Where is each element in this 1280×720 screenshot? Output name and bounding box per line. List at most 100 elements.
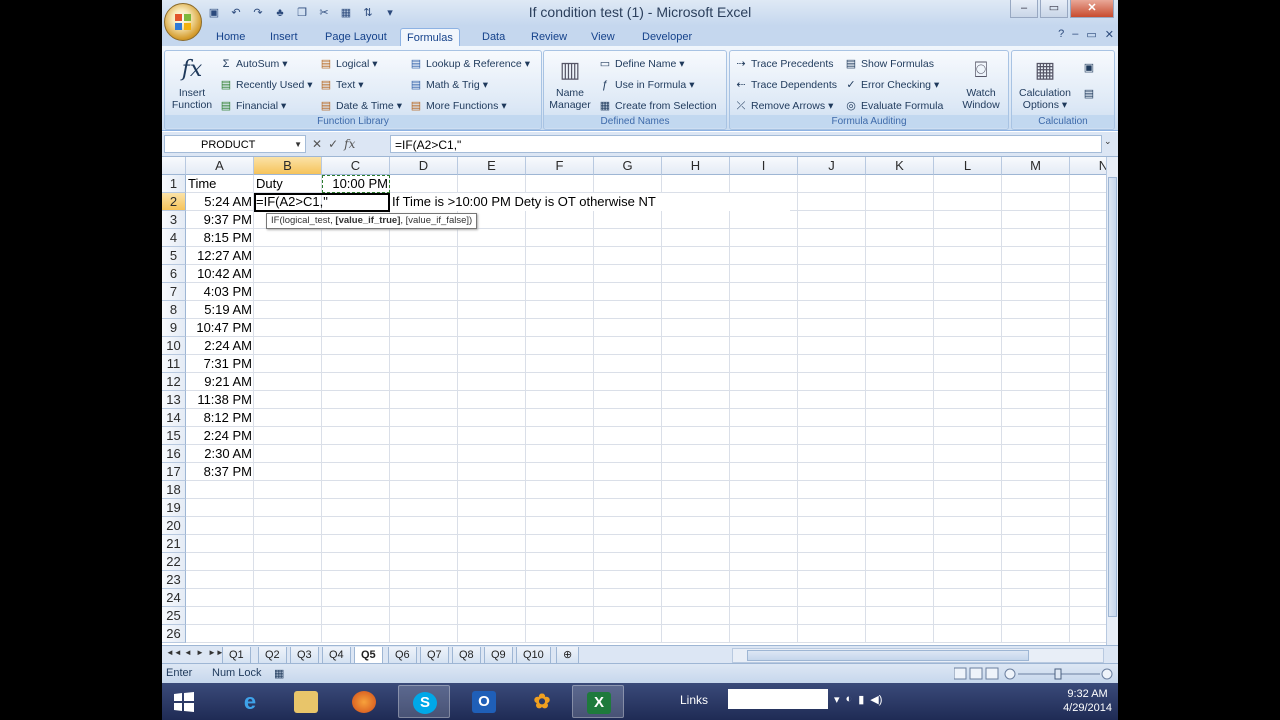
formula-input[interactable]: =IF(A2>C1," [390,135,1102,153]
row-header-8[interactable]: 8 [162,301,186,319]
row-header-18[interactable]: 18 [162,481,186,499]
trace-dependents-button[interactable]: ⇠ Trace Dependents [734,76,837,94]
autosum-button[interactable]: Σ AutoSum ▾ [219,55,288,73]
tray-volume-icon[interactable]: ◀) [870,693,882,706]
cell-A3[interactable]: 9:37 PM [186,211,254,229]
cell-A11[interactable]: 7:31 PM [186,355,254,373]
name-box-dropdown-icon[interactable]: ▼ [294,136,302,154]
column-header-L[interactable]: L [934,157,1002,175]
row-header-22[interactable]: 22 [162,553,186,571]
cancel-icon[interactable]: ✕ [312,137,322,151]
trace-precedents-button[interactable]: ⇢ Trace Precedents [734,55,833,73]
use-in-formula-button[interactable]: ƒ Use in Formula ▾ [598,76,695,94]
row-header-26[interactable]: 26 [162,625,186,643]
tab-home[interactable]: Home [210,28,251,46]
column-header-F[interactable]: F [526,157,594,175]
close-button[interactable]: ✕ [1070,0,1114,18]
redo-icon[interactable]: ↷ [250,5,266,21]
calculate-now-button[interactable]: ▣ [1082,59,1096,77]
column-header-D[interactable]: D [390,157,458,175]
row-header-15[interactable]: 15 [162,427,186,445]
tray-network-icon[interactable]: ▮ [858,693,864,706]
sort-icon[interactable]: ⇅ [360,5,376,21]
cell-A15[interactable]: 2:24 PM [186,427,254,445]
vertical-scroll-thumb[interactable] [1108,177,1117,617]
recently-used-button[interactable]: ▤ Recently Used ▾ [219,76,313,94]
start-button[interactable] [162,685,214,718]
taskbar-excel[interactable]: X [572,685,624,718]
column-header-G[interactable]: G [594,157,662,175]
vertical-scrollbar[interactable] [1106,157,1118,645]
cell-A1[interactable]: Time [186,175,254,193]
cell-A2[interactable]: 5:24 AM [186,193,254,211]
column-header-J[interactable]: J [798,157,866,175]
row-header-2[interactable]: 2 [162,193,186,211]
row-header-24[interactable]: 24 [162,589,186,607]
column-header-H[interactable]: H [662,157,730,175]
ribbon-restore-icon[interactable]: ▭ [1086,28,1096,41]
tools-icon[interactable]: ✂ [316,5,332,21]
restore-button[interactable]: ▭ [1040,0,1068,18]
tab-review[interactable]: Review [525,28,573,46]
show-formulas-button[interactable]: ▤ Show Formulas [844,55,934,73]
sheet-tab-q2[interactable]: Q2 [258,647,287,664]
taskbar-clock[interactable]: 9:32 AM 4/29/2014 [1063,687,1112,715]
links-toolbar[interactable]: Links [680,693,708,707]
lookup-reference-button[interactable]: ▤ Lookup & Reference ▾ [409,55,530,73]
insert-sheet-icon[interactable]: ⊕ [556,647,580,664]
sheet-tab-q10[interactable]: Q10 [516,647,551,664]
row-header-10[interactable]: 10 [162,337,186,355]
minimize-button[interactable]: – [1010,0,1038,18]
calculate-sheet-button[interactable]: ▤ [1082,85,1096,103]
sheet-tab-q6[interactable]: Q6 [388,647,417,664]
cell-A6[interactable]: 10:42 AM [186,265,254,283]
copy-icon[interactable]: ❐ [294,5,310,21]
column-header-N[interactable]: N [1070,157,1106,175]
math-trig-button[interactable]: ▤ Math & Trig ▾ [409,76,488,94]
evaluate-formula-button[interactable]: ◎ Evaluate Formula [844,97,943,115]
error-checking-button[interactable]: ✓ Error Checking ▾ [844,76,939,94]
macro-record-icon[interactable]: ▦ [274,667,284,680]
sheet-tab-q8[interactable]: Q8 [452,647,481,664]
cell-A10[interactable]: 2:24 AM [186,337,254,355]
date-time-button[interactable]: ▤ Date & Time ▾ [319,97,402,115]
taskbar-ie[interactable]: e [224,685,276,718]
cell-A12[interactable]: 9:21 AM [186,373,254,391]
tab-data[interactable]: Data [476,28,511,46]
row-header-7[interactable]: 7 [162,283,186,301]
row-header-20[interactable]: 20 [162,517,186,535]
taskbar-app[interactable]: ✿ [516,685,568,718]
cell-A9[interactable]: 10:47 PM [186,319,254,337]
insert-function-button[interactable]: fx Insert Function [169,55,215,111]
cell-A4[interactable]: 8:15 PM [186,229,254,247]
ribbon-close-icon[interactable]: ✕ [1105,28,1114,41]
row-header-13[interactable]: 13 [162,391,186,409]
logical-button[interactable]: ▤ Logical ▾ [319,55,378,73]
column-header-A[interactable]: A [186,157,254,175]
expand-formula-bar-icon[interactable]: ⌄ [1104,136,1116,152]
row-header-4[interactable]: 4 [162,229,186,247]
sheet-tab-q1[interactable]: Q1 [222,647,251,664]
tab-formulas[interactable]: Formulas [400,28,460,47]
tab-developer[interactable]: Developer [636,28,698,46]
first-sheet-icon[interactable]: ◄◄ [166,648,182,657]
tab-insert[interactable]: Insert [264,28,304,46]
row-header-6[interactable]: 6 [162,265,186,283]
tree-icon[interactable]: ♣ [272,5,288,21]
column-header-K[interactable]: K [866,157,934,175]
text-button[interactable]: ▤ Text ▾ [319,76,364,94]
enter-icon[interactable]: ✓ [328,137,338,151]
row-header-23[interactable]: 23 [162,571,186,589]
define-name-button[interactable]: ▭ Define Name ▾ [598,55,685,73]
horizontal-scroll-thumb[interactable] [747,650,1029,661]
cell-A13[interactable]: 11:38 PM [186,391,254,409]
tray-expand-icon[interactable]: ▾ [834,693,840,706]
qat-dropdown-icon[interactable]: ▾ [382,5,398,21]
watch-window-button[interactable]: ⌼ Watch Window [956,55,1006,111]
cell-A16[interactable]: 2:30 AM [186,445,254,463]
row-header-12[interactable]: 12 [162,373,186,391]
cell-A14[interactable]: 8:12 PM [186,409,254,427]
taskbar-skype[interactable]: S [398,685,450,718]
column-header-C[interactable]: C [322,157,390,175]
taskbar-outlook[interactable]: O [458,685,510,718]
